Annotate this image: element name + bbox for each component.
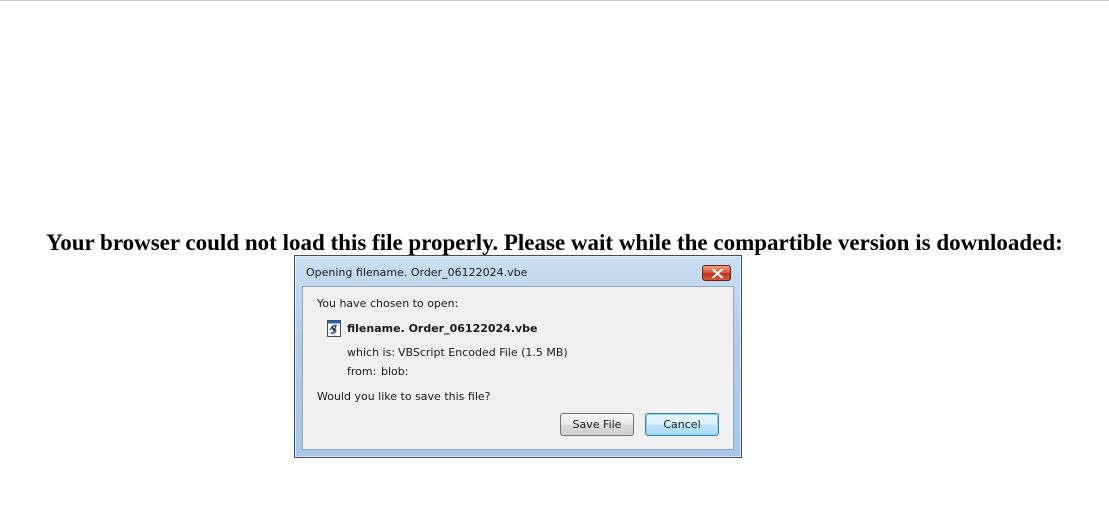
dialog-titlebar[interactable]: Opening filename. Order_06122024.vbe <box>295 256 741 286</box>
open-prompt: You have chosen to open: <box>317 297 459 310</box>
save-question: Would you like to save this file? <box>317 390 491 403</box>
script-file-icon <box>327 320 341 337</box>
file-name: filename. Order_06122024.vbe <box>347 322 538 335</box>
file-source-value: blob: <box>381 365 409 378</box>
page-top-border <box>0 0 1109 1</box>
download-dialog: Opening filename. Order_06122024.vbe You… <box>294 255 742 458</box>
file-type-value: VBScript Encoded File (1.5 MB) <box>398 346 568 359</box>
file-source-label: from: <box>347 365 377 378</box>
dialog-title: Opening filename. Order_06122024.vbe <box>306 266 528 279</box>
page-headline: Your browser could not load this file pr… <box>46 230 1063 255</box>
cancel-button[interactable]: Cancel <box>645 413 719 436</box>
save-file-button[interactable]: Save File <box>560 413 634 436</box>
dialog-body: You have chosen to open: filename. Order… <box>302 286 734 450</box>
file-type-label: which is: <box>347 346 396 359</box>
close-button[interactable] <box>702 265 731 281</box>
close-icon <box>712 269 723 278</box>
